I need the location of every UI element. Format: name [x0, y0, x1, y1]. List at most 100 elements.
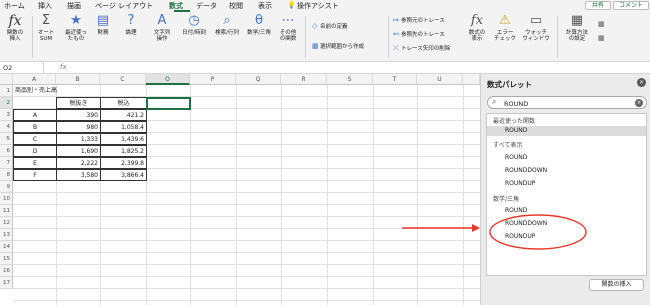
row-header[interactable]: 14 [0, 241, 13, 253]
header-cell-c[interactable]: 税込 [100, 97, 147, 109]
comment-button[interactable]: コメント [613, 1, 649, 10]
table-cell[interactable]: 2,222 [56, 157, 101, 169]
row-header[interactable]: 12 [0, 217, 13, 229]
name-box[interactable]: O2 [0, 62, 44, 74]
autosum-button[interactable]: Σ オート SUM [35, 14, 57, 43]
table-cell[interactable]: 1,439.6 [100, 133, 147, 145]
row-header[interactable]: 3 [0, 109, 13, 121]
selected-cell[interactable] [146, 97, 191, 110]
table-cell[interactable]: F [13, 169, 57, 181]
header-cell-b[interactable]: 税抜き [56, 97, 101, 109]
title-cell[interactable]: 商品別・売上高 [13, 85, 103, 97]
tab-draw[interactable]: 描画 [67, 1, 81, 11]
row-header-selected[interactable]: 2 [0, 97, 13, 109]
trace-precedents-button[interactable]: ↦ 参照元のトレース [393, 16, 445, 24]
row-header[interactable]: 5 [0, 133, 13, 145]
column-header-selected[interactable]: O [146, 74, 190, 85]
column-header[interactable]: A [13, 74, 56, 85]
row-header[interactable]: 11 [0, 205, 13, 217]
table-cell[interactable]: 3,866.4 [100, 169, 147, 181]
column-header[interactable]: B [56, 74, 100, 85]
text-functions-button[interactable]: A 文字列 操作 [150, 14, 174, 43]
insert-function-button[interactable]: 関数の挿入 [589, 279, 644, 291]
row-header[interactable]: 4 [0, 121, 13, 133]
remove-arrows-icon: ⤫ [393, 44, 399, 52]
column-header[interactable]: U [417, 74, 463, 85]
function-list[interactable]: 最近使った関数 ROUND すべて表示 ROUND ROUNDDOWN ROUN… [486, 113, 647, 276]
close-icon[interactable]: × [637, 78, 646, 87]
more-functions-button[interactable]: ⋯ その他 の関数 [276, 14, 300, 43]
row-header[interactable]: 13 [0, 229, 13, 241]
table-cell[interactable]: 421.2 [100, 109, 147, 121]
row-header[interactable]: 17 [0, 277, 13, 289]
trace-dependents-icon: ↤ [393, 30, 399, 38]
table-cell[interactable]: A [13, 109, 57, 121]
table-cell[interactable]: E [13, 157, 57, 169]
calc-options-button[interactable]: ▦ 計算方法 の設定 [562, 14, 592, 43]
function-search-input[interactable]: ⌕ ROUND × [487, 96, 647, 109]
table-cell[interactable]: 390 [56, 109, 101, 121]
tab-data[interactable]: データ [196, 1, 217, 11]
table-cell[interactable]: 1,058.4 [100, 121, 147, 133]
column-header[interactable] [463, 74, 480, 85]
table-cell[interactable]: 2,399.8 [100, 157, 147, 169]
financial-button[interactable]: ▤ 財務 [92, 14, 114, 37]
row-header[interactable]: 9 [0, 181, 13, 193]
row-header[interactable]: 1 [0, 85, 13, 97]
annotation-arrow [402, 224, 480, 232]
function-item-selected[interactable]: ROUND [505, 127, 527, 134]
error-checking-button[interactable]: ⚠ エラー チェック [492, 14, 518, 43]
spreadsheet[interactable]: A B C O P Q R S T U 1 2 3 4 5 6 7 8 9 10… [0, 74, 480, 305]
watch-window-button[interactable]: ▭ ウォッチ ウィンドウ [521, 14, 551, 43]
table-cell[interactable]: C [13, 133, 57, 145]
row-header[interactable]: 15 [0, 253, 13, 265]
row-header[interactable]: 16 [0, 265, 13, 277]
table-cell[interactable]: 1,825.2 [100, 145, 147, 157]
table-cell[interactable]: B [13, 121, 57, 133]
table-cell[interactable]: D [13, 145, 57, 157]
function-item[interactable]: ROUNDDOWN [505, 167, 547, 174]
function-item[interactable]: ROUNDUP [505, 180, 535, 187]
function-item[interactable]: ROUND [505, 154, 527, 161]
column-header[interactable]: S [327, 74, 373, 85]
math-trig-button[interactable]: θ 数学/三角 [244, 14, 274, 37]
tab-insert[interactable]: 挿入 [38, 1, 52, 11]
row-header[interactable]: 6 [0, 145, 13, 157]
remove-arrows-button[interactable]: ⤫ トレース矢印の削除 [393, 44, 450, 53]
trace-dependents-button[interactable]: ↤ 参照先のトレース [393, 30, 445, 38]
share-button[interactable]: 共有 [585, 1, 611, 10]
recent-functions-button[interactable]: ★ 最近使っ たもの [62, 14, 90, 43]
row-header[interactable]: 10 [0, 193, 13, 205]
lookup-button[interactable]: ⌕ 検索/行列 [212, 14, 242, 37]
tab-page-layout[interactable]: ページ レイアウト [95, 1, 153, 11]
datetime-button[interactable]: ◷ 日付/時刻 [179, 14, 209, 37]
column-header[interactable]: T [373, 74, 417, 85]
tell-me-search[interactable]: 操作アシスト [297, 1, 339, 11]
column-header[interactable]: P [190, 74, 236, 85]
tag-icon: ◇ [312, 22, 318, 30]
calc-sheet-icon[interactable]: ▦ [598, 34, 605, 42]
show-formulas-button[interactable]: fx 数式の 表示 [466, 14, 488, 43]
tab-home[interactable]: ホーム [4, 1, 25, 11]
logical-book-icon: ? [127, 13, 135, 28]
tab-view[interactable]: 表示 [258, 1, 272, 11]
insert-function-button[interactable]: fx 関数の 挿入 [2, 14, 28, 42]
column-header[interactable]: R [281, 74, 327, 85]
column-header[interactable]: C [100, 74, 146, 85]
row-header[interactable]: 8 [0, 169, 13, 181]
table-cell[interactable]: 3,580 [56, 169, 101, 181]
table-cell[interactable]: 1,690 [56, 145, 101, 157]
table-cell[interactable]: 1,333 [56, 133, 101, 145]
row-header[interactable]: 7 [0, 157, 13, 169]
table-cell[interactable]: 980 [56, 121, 101, 133]
clear-search-icon[interactable]: × [635, 99, 643, 107]
tab-review[interactable]: 校閲 [229, 1, 243, 11]
fx-label[interactable]: fx [60, 63, 67, 71]
define-name-button[interactable]: ◇ 名前の定義 [312, 22, 348, 30]
logical-button[interactable]: ? 論理 [120, 13, 142, 37]
calc-now-icon[interactable]: ▦ [598, 20, 605, 28]
ribbon: fx 関数の 挿入 Σ オート SUM ★ 最近使っ たもの ▤ 財務 ? 論理… [0, 12, 650, 62]
create-from-selection-button[interactable]: ▦選択範囲から作成 [312, 42, 364, 50]
column-header[interactable]: Q [236, 74, 281, 85]
select-all-corner[interactable] [0, 74, 13, 85]
